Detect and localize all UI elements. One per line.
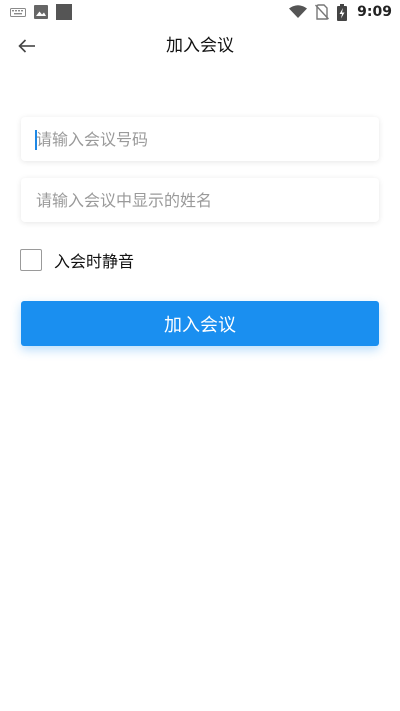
mute-on-join-option[interactable]: 入会时静音 (20, 248, 134, 272)
meeting-id-input[interactable] (21, 117, 379, 161)
battery-charging-icon (337, 3, 348, 21)
mute-checkbox[interactable] (20, 249, 42, 271)
meeting-id-field[interactable] (21, 117, 379, 161)
display-name-input[interactable] (21, 178, 379, 222)
status-bar: 9:09 (0, 0, 400, 24)
mute-checkbox-label: 入会时静音 (54, 252, 135, 271)
wifi-icon (289, 5, 308, 19)
image-icon (34, 5, 48, 19)
text-cursor (35, 130, 37, 150)
keyboard-icon (10, 6, 26, 18)
join-meeting-button[interactable]: 加入会议 (21, 301, 379, 346)
display-name-field[interactable] (21, 178, 379, 222)
status-right-icons: 9:09 (289, 3, 392, 21)
page-title: 加入会议 (166, 36, 234, 56)
join-meeting-screen: 9:09 加入会议 入会时静音 加入会议 (0, 0, 400, 711)
status-left-icons (10, 4, 72, 20)
square-icon (56, 4, 72, 20)
title-bar: 加入会议 (0, 24, 400, 68)
no-sim-icon (315, 4, 330, 20)
status-time: 9:09 (357, 4, 392, 20)
